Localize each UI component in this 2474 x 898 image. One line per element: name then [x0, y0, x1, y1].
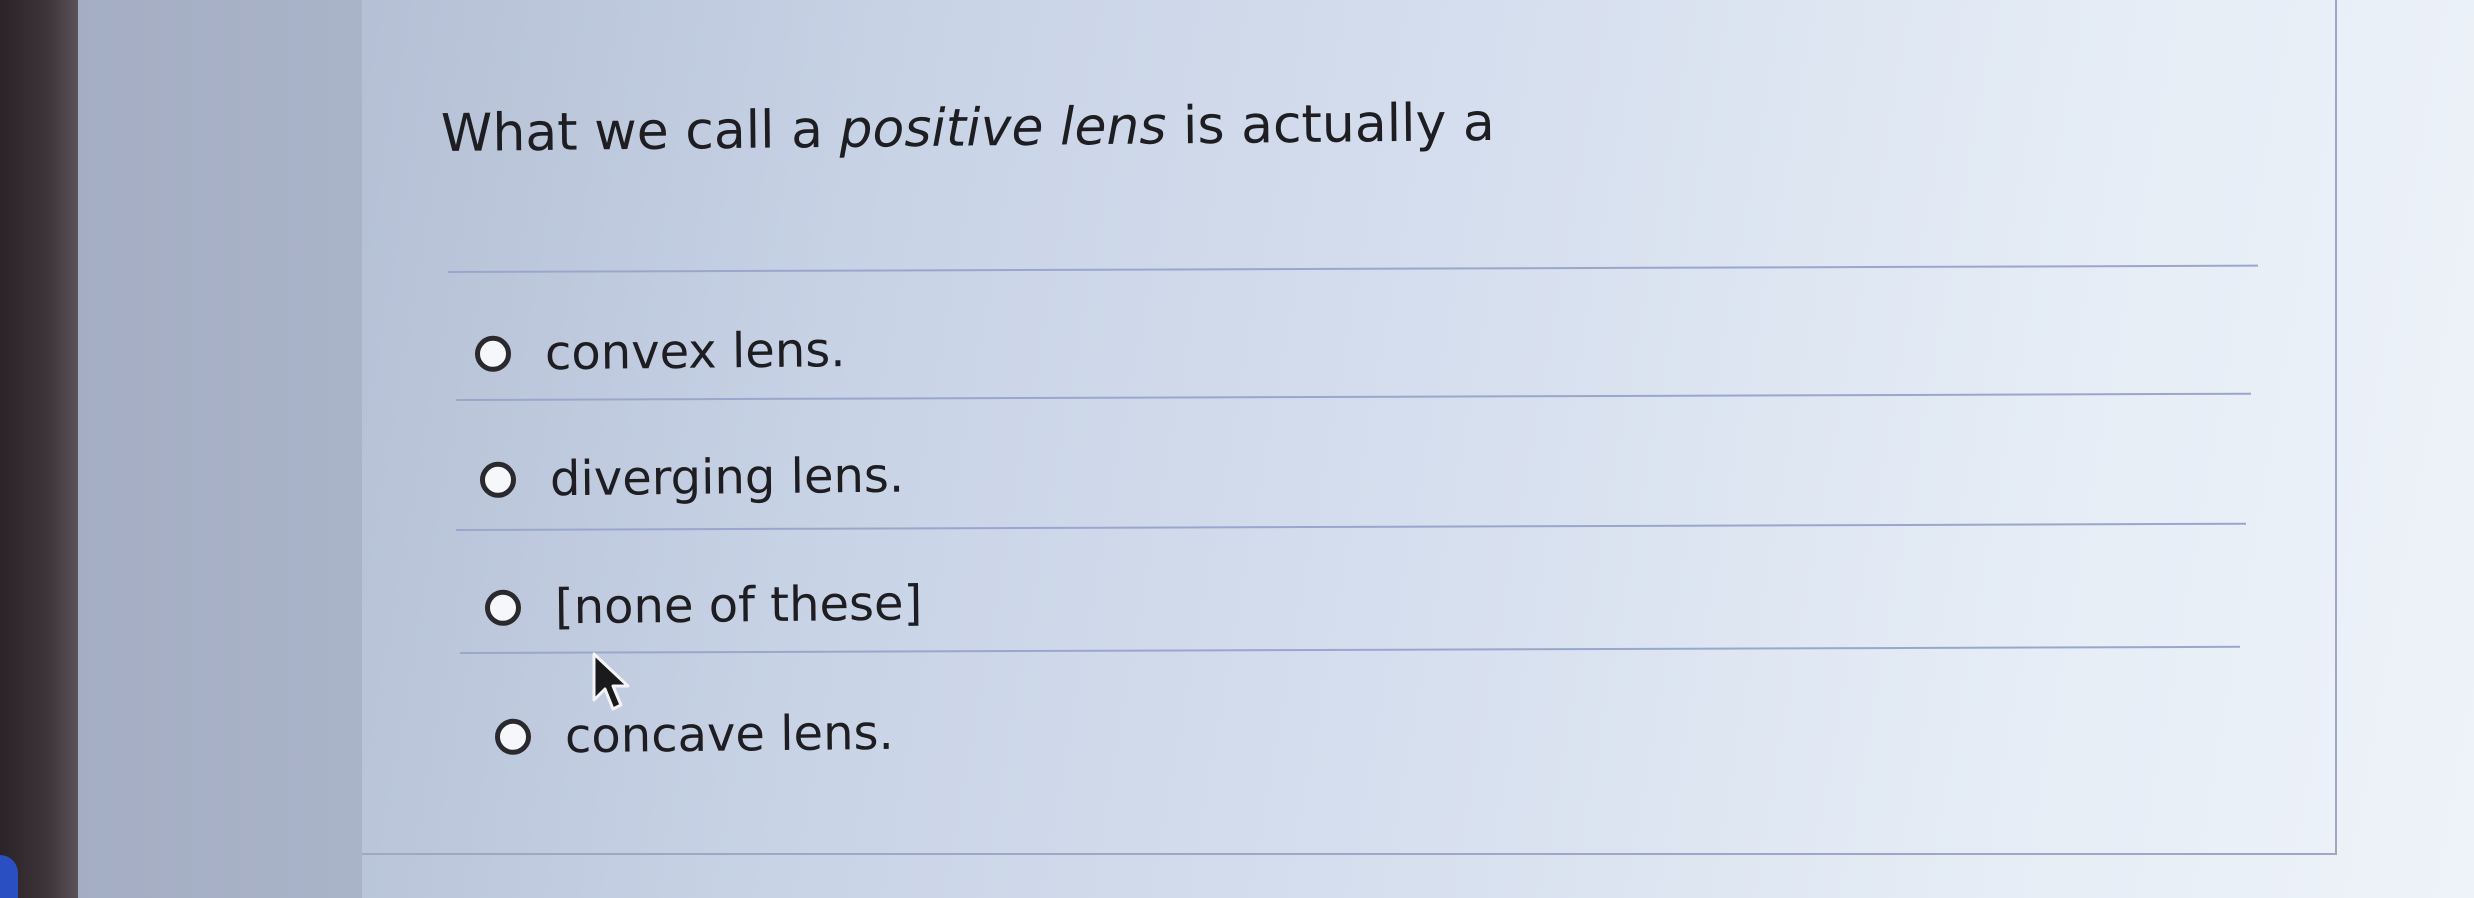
radio-button-icon[interactable]	[479, 461, 517, 498]
question-text: What we call a positive lens is actually…	[441, 93, 1495, 164]
radio-button-icon[interactable]	[494, 718, 532, 755]
mouse-cursor-icon	[592, 652, 630, 711]
answer-label: convex lens.	[544, 322, 846, 382]
answer-option-1[interactable]: convex lens.	[474, 322, 846, 382]
screen-bezel	[0, 0, 78, 898]
question-prefix: What we call a	[440, 99, 840, 164]
answer-option-2[interactable]: diverging lens.	[479, 447, 905, 508]
question-emphasis: positive lens	[839, 96, 1167, 160]
radio-button-icon[interactable]	[474, 335, 512, 372]
answer-label: [none of these]	[554, 575, 923, 636]
question-suffix: is actually a	[1166, 92, 1496, 157]
answer-label: diverging lens.	[549, 447, 905, 508]
radio-button-icon[interactable]	[484, 589, 522, 626]
answer-option-4[interactable]: concave lens.	[494, 705, 894, 765]
answer-option-3[interactable]: [none of these]	[484, 575, 923, 636]
left-margin-panel	[78, 0, 362, 898]
